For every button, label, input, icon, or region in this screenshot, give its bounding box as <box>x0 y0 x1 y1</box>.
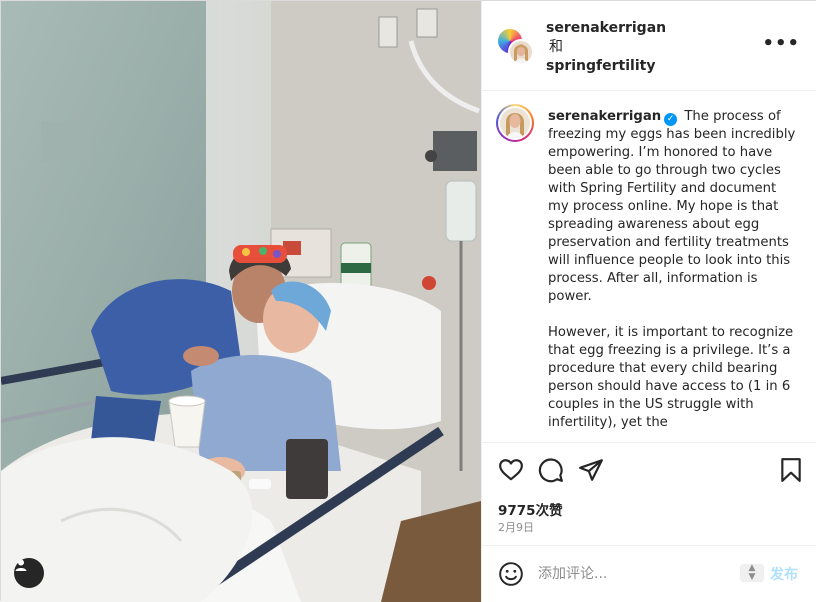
like-count[interactable]: 9775次赞 <box>498 499 563 519</box>
caption-text: serenakerrigan ✓ The process of freezing … <box>548 108 798 442</box>
caption-paragraph-2: However, it is important to recognize th… <box>548 325 794 430</box>
caption-area[interactable]: serenakerrigan ✓ The process of freezing … <box>482 92 816 442</box>
caption-paragraph-1: The process of freezing my eggs has been… <box>548 109 796 304</box>
post-header: serenakerrigan 和 springfertility ••• <box>482 1 816 91</box>
author-conjunction: 和 <box>549 39 563 55</box>
post-dialog: serenakerrigan 和 springfertility ••• ser… <box>0 0 816 602</box>
post-sidebar: serenakerrigan 和 springfertility ••• ser… <box>481 1 816 602</box>
verified-badge-icon: ✓ <box>664 113 678 126</box>
bookmark-icon[interactable] <box>778 457 804 483</box>
caption-username[interactable]: serenakerrigan <box>548 109 661 124</box>
collab-avatars[interactable] <box>498 29 534 65</box>
emoji-icon[interactable] <box>498 561 524 587</box>
author-username-2[interactable]: springfertility <box>546 57 666 76</box>
more-options-button[interactable]: ••• <box>762 35 800 53</box>
serenakerrigan-avatar[interactable] <box>508 39 534 65</box>
comment-icon[interactable] <box>538 457 564 483</box>
post-actions: 9775次赞 2月9日 <box>482 442 816 546</box>
post-date[interactable]: 2月9日 <box>498 519 534 535</box>
post-comment-button[interactable]: 发布 <box>770 564 798 584</box>
post-authors: serenakerrigan 和 springfertility <box>546 19 666 76</box>
heart-icon[interactable] <box>498 457 524 483</box>
comment-input[interactable] <box>538 562 734 586</box>
comment-bar: ▲▼ 发布 <box>482 547 816 602</box>
tagged-user-button[interactable] <box>14 558 44 588</box>
post-photo[interactable] <box>1 1 481 602</box>
hospital-photo-illustration <box>1 1 481 602</box>
share-icon[interactable] <box>578 457 604 483</box>
caption-avatar[interactable] <box>496 104 534 142</box>
sort-stepper-icon[interactable]: ▲ ▼ <box>740 564 764 582</box>
user-icon <box>15 559 27 571</box>
author-username-1[interactable]: serenakerrigan <box>546 19 666 38</box>
